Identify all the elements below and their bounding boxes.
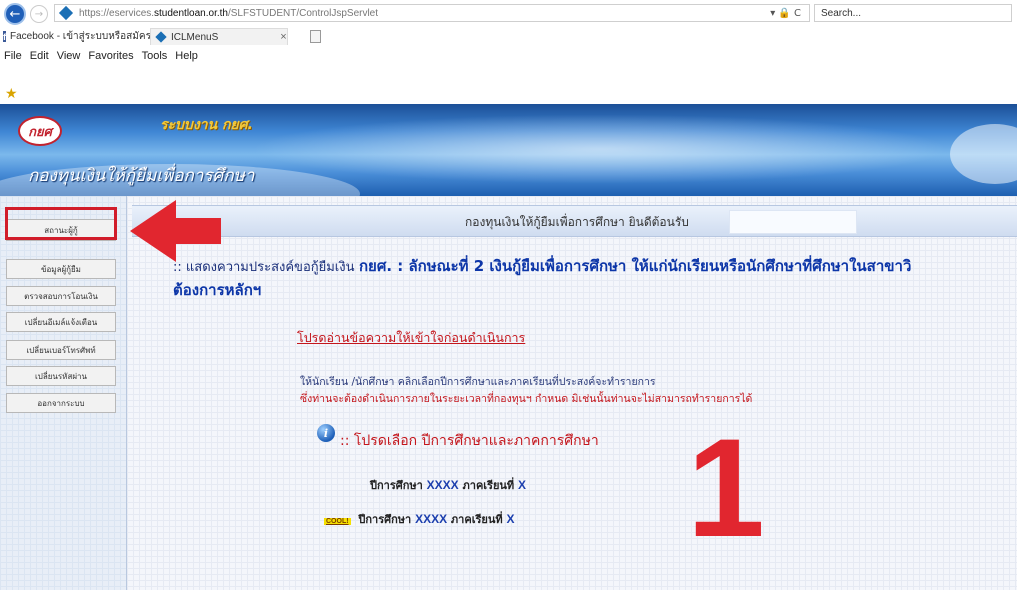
menu-view[interactable]: View bbox=[57, 50, 81, 62]
year-option-1[interactable]: ปีการศึกษา XXXX ภาคเรียนที่ X bbox=[370, 476, 526, 494]
banner-title: กองทุนเงินให้กู้ยืมเพื่อการศึกษา bbox=[28, 166, 255, 186]
purpose-text: กยศ. : ลักษณะที่ 2 เงินกู้ยืมเพื่อการศึก… bbox=[358, 257, 912, 275]
sidebar-item-label: เปลี่ยนเบอร์โทรศัพท์ bbox=[26, 345, 96, 355]
menu-tools[interactable]: Tools bbox=[142, 50, 168, 62]
tab-bar: f Facebook - เข้าสู่ระบบหรือสมัครใช้... … bbox=[0, 28, 1017, 46]
tab-facebook[interactable]: f Facebook - เข้าสู่ระบบหรือสมัครใช้... bbox=[0, 28, 171, 45]
semester-value: X bbox=[518, 478, 527, 492]
site-icon bbox=[58, 5, 74, 21]
year-label: ปีการศึกษา bbox=[370, 479, 423, 492]
site-icon bbox=[155, 31, 167, 43]
select-year-heading: :: โปรดเลือก ปีการศึกษาและภาคการศึกษา bbox=[340, 433, 599, 449]
close-tab-icon[interactable]: × bbox=[280, 31, 286, 43]
year-label: ปีการศึกษา bbox=[358, 513, 412, 526]
address-bar-tools[interactable]: ▾ 🔒 C bbox=[770, 8, 809, 19]
sidebar-item-borrower-info[interactable]: ข้อมูลผู้กู้ยืม bbox=[6, 259, 116, 279]
tab-iclmenus[interactable]: ICLMenuS × bbox=[150, 28, 288, 45]
browser-search-input[interactable]: Search... bbox=[814, 4, 1012, 22]
favorites-star-icon[interactable]: ★ bbox=[5, 86, 18, 102]
facebook-icon: f bbox=[3, 31, 6, 42]
read-notice-link[interactable]: โปรดอ่านข้อความให้เข้าใจก่อนดำเนินการ bbox=[297, 328, 525, 348]
banner-flourish bbox=[950, 124, 1017, 184]
forward-button[interactable]: → bbox=[30, 5, 48, 23]
tab-facebook-label: Facebook - เข้าสู่ระบบหรือสมัครใช้... bbox=[10, 31, 171, 42]
menu-favorites[interactable]: Favorites bbox=[88, 50, 133, 62]
loan-purpose-line: :: แสดงความประสงค์ขอกู้ยืมเงิน กยศ. : ลั… bbox=[173, 254, 911, 278]
annotation-number: 1 bbox=[687, 409, 765, 566]
slf-logo: กยศ bbox=[18, 116, 62, 146]
sidebar: สถานะผู้กู้ ข้อมูลผู้กู้ยืม ตรวจสอบการโอ… bbox=[0, 196, 127, 590]
welcome-text: กองทุนเงินให้กู้ยืมเพื่อการศึกษา ยินดีต้… bbox=[465, 215, 689, 229]
menu-file[interactable]: File bbox=[4, 50, 22, 62]
menu-edit[interactable]: Edit bbox=[30, 50, 49, 62]
menu-bar: File Edit View Favorites Tools Help bbox=[0, 48, 202, 64]
menu-help[interactable]: Help bbox=[175, 50, 198, 62]
info-icon: i bbox=[317, 424, 335, 442]
sidebar-item-logout[interactable]: ออกจากระบบ bbox=[6, 393, 116, 413]
year-option-2[interactable]: COOL! ปีการศึกษา XXXX ภาคเรียนที่ X bbox=[324, 510, 514, 528]
annotation-highlight-box bbox=[5, 207, 117, 240]
address-bar[interactable]: https://eservices.studentloan.or.th/SLFS… bbox=[54, 4, 810, 22]
banner-glow bbox=[250, 114, 950, 184]
deadline-warning: ซึ่งท่านจะต้องดำเนินการภายในระยะเวลาที่ก… bbox=[300, 393, 753, 405]
cool-badge-icon: COOL! bbox=[324, 518, 351, 525]
favorites-bar: ★ bbox=[0, 64, 1017, 104]
sidebar-item-transfer-check[interactable]: ตรวจสอบการโอนเงิน bbox=[6, 286, 116, 306]
sidebar-item-label: ตรวจสอบการโอนเงิน bbox=[24, 291, 98, 301]
back-button[interactable]: ← bbox=[4, 3, 26, 25]
welcome-bar: กองทุนเงินให้กู้ยืมเพื่อการศึกษา ยินดีต้… bbox=[132, 205, 1017, 237]
url-path: /SLFSTUDENT/ControlJspServlet bbox=[227, 7, 379, 19]
welcome-name-box bbox=[729, 210, 857, 234]
sidebar-item-label: เปลี่ยนอีเมล์แจ้งเตือน bbox=[24, 317, 98, 327]
purpose-text-continued: ต้องการหลักฯ bbox=[173, 281, 262, 299]
new-tab-button[interactable] bbox=[300, 28, 321, 45]
sidebar-item-change-phone[interactable]: เปลี่ยนเบอร์โทรศัพท์ bbox=[6, 340, 116, 360]
main-content: กองทุนเงินให้กู้ยืมเพื่อการศึกษา ยินดีต้… bbox=[127, 196, 1017, 590]
address-bar-row: ← → https://eservices.studentloan.or.th/… bbox=[0, 0, 1017, 28]
instruction-text: ให้นักเรียน /นักศึกษา คลิกเลือกปีการศึกษ… bbox=[300, 376, 656, 388]
semester-label: ภาคเรียนที่ bbox=[462, 479, 515, 492]
logo-text: กยศ bbox=[28, 123, 52, 139]
url-prefix: https://eservices. bbox=[79, 7, 155, 19]
banner-system-label: ระบบงาน กยศ. bbox=[160, 117, 253, 133]
sidebar-item-label: เปลี่ยนรหัสผ่าน bbox=[35, 371, 87, 381]
sidebar-item-label: ออกจากระบบ bbox=[37, 398, 85, 408]
url-host: studentloan.or.th bbox=[154, 7, 228, 19]
url-text: https://eservices.studentloan.or.th/SLFS… bbox=[79, 8, 378, 19]
sidebar-item-label: ข้อมูลผู้กู้ยืม bbox=[41, 264, 81, 274]
semester-value: X bbox=[506, 512, 515, 526]
sidebar-item-change-password[interactable]: เปลี่ยนรหัสผ่าน bbox=[6, 366, 116, 386]
year-value: XXXX bbox=[415, 512, 448, 526]
annotation-arrow-icon bbox=[130, 200, 221, 262]
year-value: XXXX bbox=[426, 478, 459, 492]
tab-iclmenus-label: ICLMenuS bbox=[171, 31, 219, 43]
sidebar-item-change-email[interactable]: เปลี่ยนอีเมล์แจ้งเตือน bbox=[6, 312, 116, 332]
site-banner: กยศ ระบบงาน กยศ. กองทุนเงินให้กู้ยืมเพื่… bbox=[0, 104, 1017, 196]
new-tab-icon bbox=[310, 30, 321, 43]
semester-label: ภาคเรียนที่ bbox=[450, 513, 503, 526]
